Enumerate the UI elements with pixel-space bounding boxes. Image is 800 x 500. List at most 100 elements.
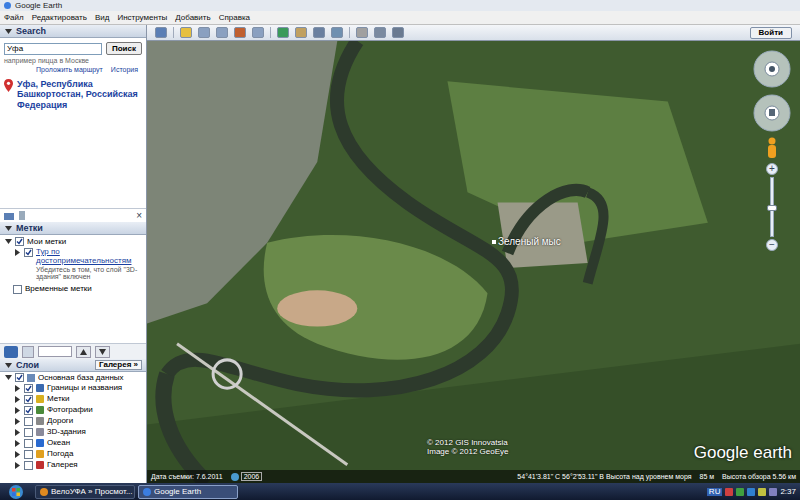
expand-icon[interactable]: [13, 384, 21, 392]
sign-in-button[interactable]: Войти: [750, 27, 792, 39]
checkbox[interactable]: [24, 428, 33, 437]
expand-icon[interactable]: [13, 395, 21, 403]
taskbar-label[interactable]: Google Earth: [154, 488, 201, 496]
down-icon[interactable]: [95, 346, 110, 358]
toolbar-icon[interactable]: [295, 27, 307, 38]
menu-item[interactable]: Редактировать: [32, 14, 87, 22]
tray-icon[interactable]: [747, 488, 755, 496]
search-places-icon[interactable]: [4, 346, 18, 358]
menu-item[interactable]: Справка: [219, 14, 250, 22]
search-input[interactable]: [4, 43, 102, 55]
search-button[interactable]: Поиск: [106, 42, 142, 55]
layer-item[interactable]: Фотографии: [4, 405, 142, 415]
tray-icon[interactable]: [725, 488, 733, 496]
layer-label[interactable]: Дороги: [47, 417, 73, 425]
tray-icon[interactable]: [736, 488, 744, 496]
view-icon[interactable]: [22, 346, 34, 358]
place-label[interactable]: Зеленый мыс: [492, 237, 561, 247]
layer-item[interactable]: Основная база данных: [4, 373, 142, 382]
toolbar-icon[interactable]: [392, 27, 404, 38]
expand-icon[interactable]: [13, 248, 21, 256]
menu-item[interactable]: Добавить: [175, 14, 210, 22]
toolbar-icon[interactable]: [331, 27, 343, 38]
place-icon[interactable]: [18, 211, 26, 220]
places-item[interactable]: Тур по достопримечательностямУбедитесь в…: [4, 248, 142, 281]
look-icon[interactable]: [752, 49, 792, 89]
panel-header[interactable]: СлоиГалерея »: [0, 359, 146, 372]
zoom-knob[interactable]: [767, 205, 777, 211]
toolbar-icon[interactable]: [234, 27, 246, 38]
result-text[interactable]: Уфа, Республика Башкортостан, Российская…: [17, 79, 142, 110]
zoom-out-button[interactable]: −: [766, 239, 778, 251]
layer-label[interactable]: Границы и названия: [47, 384, 122, 392]
place-label-text[interactable]: Зеленый мыс: [498, 237, 561, 247]
toolbar-icon[interactable]: [216, 27, 228, 38]
close-button[interactable]: ×: [136, 211, 142, 221]
checkbox[interactable]: [24, 384, 33, 393]
navigation-controls[interactable]: +−: [752, 49, 792, 251]
toolbar-icon[interactable]: [180, 27, 192, 38]
menu-item[interactable]: Файл: [4, 14, 24, 22]
layer-item[interactable]: Океан: [4, 438, 142, 448]
places-item[interactable]: Мои метки: [4, 237, 142, 246]
layer-label[interactable]: 3D-здания: [47, 428, 86, 436]
toolbar-icon[interactable]: [252, 27, 264, 38]
expand-icon[interactable]: [13, 450, 21, 458]
layer-item[interactable]: Метки: [4, 394, 142, 404]
street-view-icon[interactable]: [766, 137, 778, 159]
checkbox[interactable]: [24, 395, 33, 404]
layer-label[interactable]: Галерея: [47, 461, 78, 469]
toolbar-icon[interactable]: [374, 27, 386, 38]
checkbox[interactable]: [24, 417, 33, 426]
search-link[interactable]: Проложить маршрут: [36, 66, 103, 73]
tray-icon[interactable]: [758, 488, 766, 496]
checkbox[interactable]: [24, 439, 33, 448]
expand-icon[interactable]: [4, 374, 12, 382]
expand-icon[interactable]: [13, 406, 21, 414]
move-icon[interactable]: [752, 93, 792, 133]
checkbox[interactable]: [13, 285, 22, 294]
taskbar-button[interactable]: Google Earth: [138, 485, 238, 499]
layer-label[interactable]: Погода: [47, 450, 73, 458]
menu-item[interactable]: Инструменты: [117, 14, 167, 22]
checkbox[interactable]: [24, 406, 33, 415]
layer-item[interactable]: Границы и названия: [4, 383, 142, 393]
checkbox[interactable]: [24, 248, 33, 257]
layer-label[interactable]: Основная база данных: [38, 374, 124, 382]
layer-item[interactable]: Погода: [4, 449, 142, 459]
gallery-button[interactable]: Галерея »: [95, 360, 142, 370]
folder-icon[interactable]: [4, 212, 14, 220]
tray-icon[interactable]: [769, 488, 777, 496]
history-year[interactable]: 2006: [231, 472, 263, 481]
places-item[interactable]: Временные метки: [4, 285, 142, 294]
expand-icon[interactable]: [13, 461, 21, 469]
layer-item[interactable]: Галерея: [4, 460, 142, 470]
toolbar-icon[interactable]: [277, 27, 289, 38]
checkbox[interactable]: [24, 450, 33, 459]
zoom-track[interactable]: [770, 177, 774, 237]
expand-icon[interactable]: [4, 238, 12, 246]
expand-icon[interactable]: [4, 361, 12, 369]
toolbar-icon[interactable]: [356, 27, 368, 38]
search-result[interactable]: Уфа, Республика Башкортостан, Российская…: [4, 79, 142, 110]
checkbox[interactable]: [15, 237, 24, 246]
menu-item[interactable]: Вид: [95, 14, 109, 22]
up-icon[interactable]: [76, 346, 91, 358]
places-label[interactable]: Тур по достопримечательностям: [36, 248, 142, 266]
places-label[interactable]: Мои метки: [27, 238, 66, 246]
zoom-in-button[interactable]: +: [766, 163, 778, 175]
expand-icon[interactable]: [13, 428, 21, 436]
panel-header[interactable]: Search: [0, 25, 146, 38]
layer-item[interactable]: 3D-здания: [4, 427, 142, 437]
expand-icon[interactable]: [13, 439, 21, 447]
layer-label[interactable]: Метки: [47, 395, 70, 403]
layer-label[interactable]: Фотографии: [47, 406, 93, 414]
zoom-control[interactable]: +−: [766, 163, 778, 251]
map-view[interactable]: Зеленый мыс+−© 2012 GIS InnovatsiaImage …: [147, 41, 800, 483]
start-button[interactable]: [0, 483, 32, 500]
expand-icon[interactable]: [4, 224, 12, 232]
panel-header[interactable]: Метки: [0, 222, 146, 235]
toolbar-icon[interactable]: [313, 27, 325, 38]
toolbar-icon[interactable]: [155, 27, 167, 38]
expand-icon[interactable]: [4, 27, 12, 35]
